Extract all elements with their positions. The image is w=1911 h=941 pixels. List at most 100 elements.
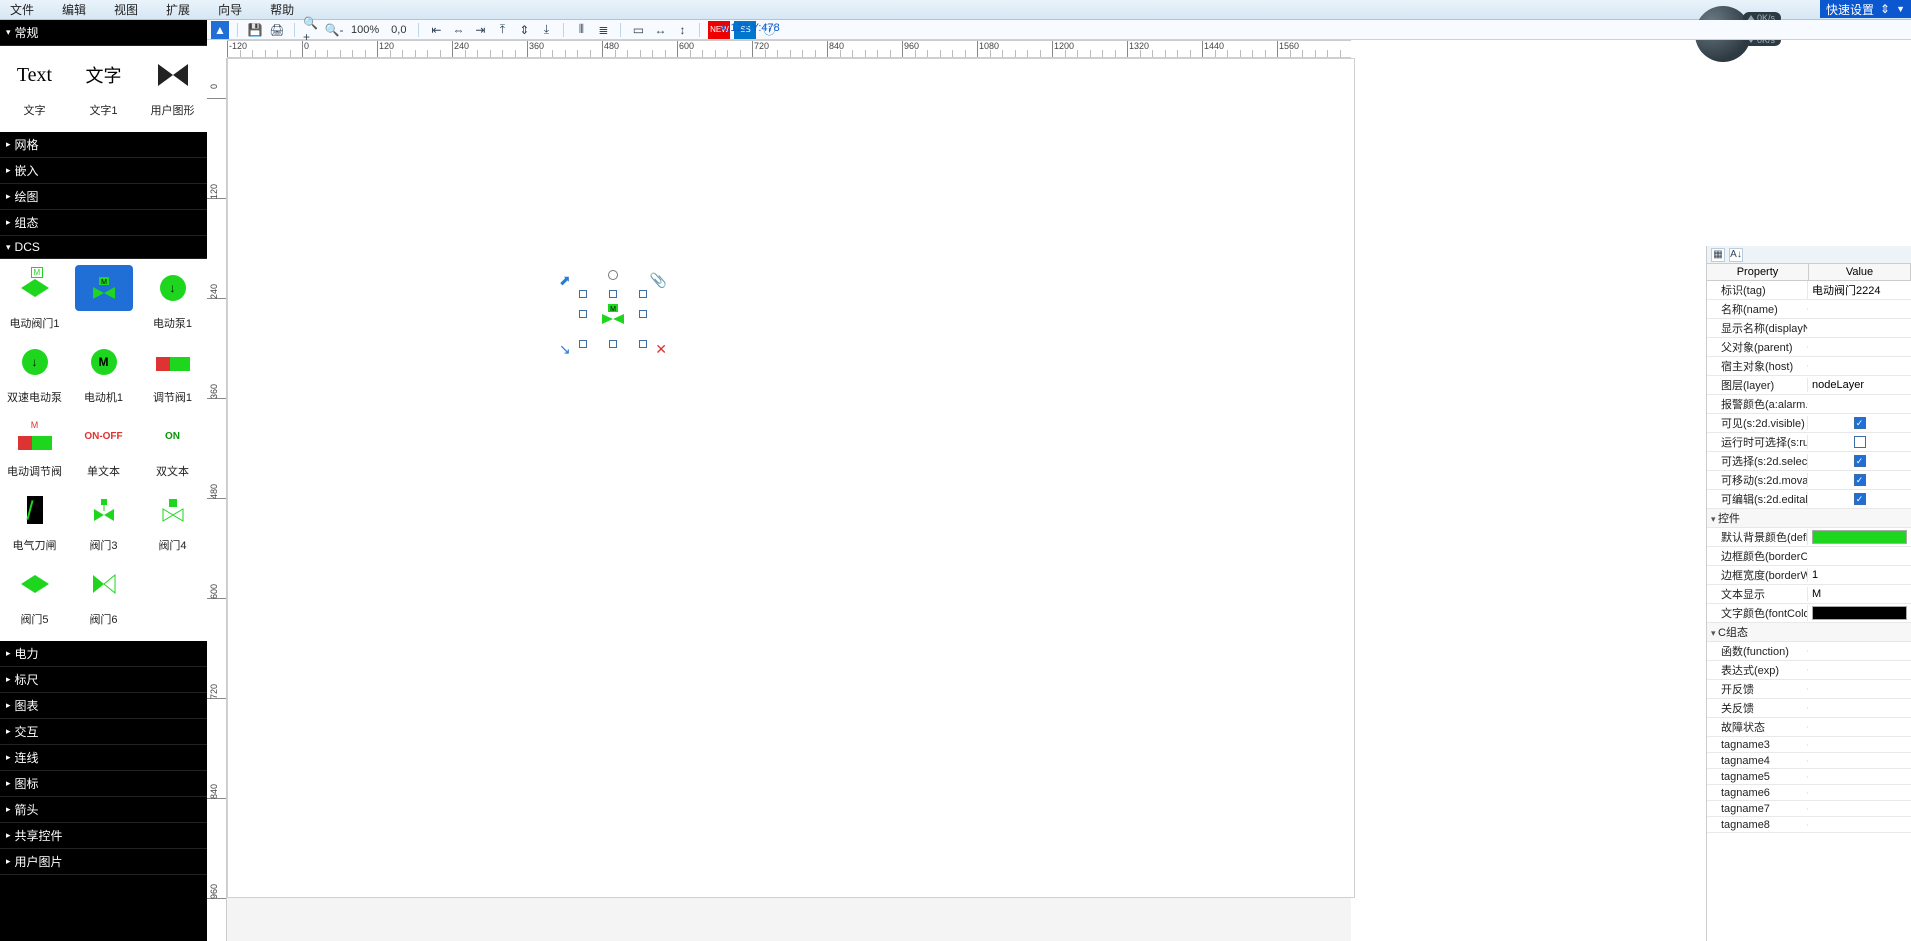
property-row[interactable]: tagname5 <box>1707 769 1911 785</box>
palette-text[interactable]: Text 文字 <box>0 52 69 118</box>
prop-tab-sort[interactable]: A↓ <box>1729 248 1743 262</box>
property-value[interactable]: M <box>1807 587 1911 601</box>
property-value[interactable] <box>1807 650 1911 652</box>
palette-motor1[interactable]: M 电动机1 <box>69 339 138 405</box>
prop-tab-tree[interactable]: ▦ <box>1711 248 1725 262</box>
print-button[interactable]: 🖨 <box>268 21 286 39</box>
property-value[interactable]: 1 <box>1807 568 1911 582</box>
checkbox[interactable] <box>1854 417 1866 429</box>
category-embed[interactable]: 嵌入 <box>0 158 207 184</box>
category-userimage[interactable]: 用户图片 <box>0 849 207 875</box>
property-row[interactable]: 文本显示M <box>1707 585 1911 604</box>
property-value[interactable] <box>1807 327 1911 329</box>
property-value[interactable] <box>1807 492 1911 506</box>
sameheight-button[interactable]: ↕ <box>673 21 691 39</box>
delete-icon[interactable]: ✕ <box>655 341 667 358</box>
resize-handle-s[interactable] <box>609 340 617 348</box>
menu-file[interactable]: 文件 <box>10 1 34 18</box>
property-value[interactable] <box>1807 435 1911 449</box>
property-group[interactable]: 控件 <box>1707 509 1911 528</box>
property-row[interactable]: tagname3 <box>1707 737 1911 753</box>
property-value[interactable] <box>1807 744 1911 746</box>
category-interact[interactable]: 交互 <box>0 719 207 745</box>
property-row[interactable]: 名称(name) <box>1707 300 1911 319</box>
category-connector[interactable]: 连线 <box>0 745 207 771</box>
category-network[interactable]: 网格 <box>0 132 207 158</box>
palette-knife[interactable]: 电气刀闸 <box>0 487 69 553</box>
property-row[interactable]: 运行时可选择(s:runtim <box>1707 433 1911 452</box>
align-left-button[interactable]: ⇤ <box>427 21 445 39</box>
zoom-out-button[interactable]: 🔍- <box>325 21 343 39</box>
checkbox[interactable] <box>1854 474 1866 486</box>
property-value[interactable] <box>1807 688 1911 690</box>
property-value[interactable] <box>1807 346 1911 348</box>
category-arrow[interactable]: 箭头 <box>0 797 207 823</box>
property-row[interactable]: 表达式(exp) <box>1707 661 1911 680</box>
zoom-in-button[interactable]: 🔍+ <box>303 21 321 39</box>
palette-motorvalve2[interactable]: M 电动阀门2 <box>69 265 138 331</box>
resize-handle-ne[interactable] <box>639 290 647 298</box>
category-dcs[interactable]: DCS <box>0 236 207 259</box>
property-value[interactable] <box>1807 669 1911 671</box>
align-top-button[interactable]: ⤒ <box>493 21 511 39</box>
save-button[interactable]: 💾 <box>246 21 264 39</box>
checkbox[interactable] <box>1854 455 1866 467</box>
property-row[interactable]: 边框宽度(borderWidth1 <box>1707 566 1911 585</box>
property-value[interactable] <box>1807 403 1911 405</box>
property-value[interactable] <box>1807 824 1911 826</box>
property-value[interactable] <box>1807 454 1911 468</box>
category-shared[interactable]: 共享控件 <box>0 823 207 849</box>
dist-h-button[interactable]: ⫴ <box>572 21 590 39</box>
resize-handle-sw[interactable] <box>579 340 587 348</box>
align-center-button[interactable]: ⇔ <box>449 21 467 39</box>
category-icon[interactable]: 图标 <box>0 771 207 797</box>
category-draw[interactable]: 绘图 <box>0 184 207 210</box>
property-row[interactable]: 图层(layer)nodeLayer <box>1707 376 1911 395</box>
property-value[interactable] <box>1807 365 1911 367</box>
palette-pump1[interactable]: ↓ 电动泵1 <box>138 265 207 331</box>
palette-motorvalve1[interactable]: M 电动阀门1 <box>0 265 69 331</box>
property-row[interactable]: 函数(function) <box>1707 642 1911 661</box>
palette-dualtext[interactable]: ON 双文本 <box>138 413 207 479</box>
palette-usershape[interactable]: 用户图形 <box>138 52 207 118</box>
pointer-tool[interactable]: ▲ <box>211 21 229 39</box>
menu-guide[interactable]: 向导 <box>218 1 242 18</box>
menu-extend[interactable]: 扩展 <box>166 1 190 18</box>
category-ruler[interactable]: 标尺 <box>0 667 207 693</box>
link-in-icon[interactable]: ⬈ <box>559 272 571 289</box>
palette-valve3[interactable]: 阀门3 <box>69 487 138 553</box>
quick-settings-button[interactable]: 快速设置 ⇕ ▼ <box>1820 0 1911 18</box>
resize-handle-nw[interactable] <box>579 290 587 298</box>
property-row[interactable]: 标识(tag)电动阀门2224 <box>1707 281 1911 300</box>
palette-motorregvalve[interactable]: M 电动调节阀 <box>0 413 69 479</box>
property-row[interactable]: tagname7 <box>1707 801 1911 817</box>
rotate-handle[interactable] <box>608 270 618 280</box>
color-swatch[interactable] <box>1812 530 1907 544</box>
property-row[interactable]: 可移动(s:2d.movable) <box>1707 471 1911 490</box>
property-row[interactable]: 报警颜色(a:alarm.colo <box>1707 395 1911 414</box>
palette-regvalve1[interactable]: 调节阀1 <box>138 339 207 405</box>
property-value[interactable] <box>1807 555 1911 557</box>
property-row[interactable]: 可选择(s:2d.selectable <box>1707 452 1911 471</box>
color-swatch[interactable] <box>1812 606 1907 620</box>
menu-help[interactable]: 帮助 <box>270 1 294 18</box>
property-value[interactable] <box>1807 473 1911 487</box>
palette-valve6[interactable]: 阀门6 <box>69 561 138 627</box>
category-normal[interactable]: 常规 <box>0 20 207 46</box>
checkbox[interactable] <box>1854 436 1866 448</box>
canvas[interactable]: M 📎 ✕ ↘ ⬈ <box>227 58 1355 898</box>
samewidth-button[interactable]: ↔ <box>651 21 669 39</box>
category-chart[interactable]: 图表 <box>0 693 207 719</box>
zoom-level[interactable]: 100% <box>351 24 379 36</box>
menu-view[interactable]: 视图 <box>114 1 138 18</box>
palette-valve5[interactable]: 阀门5 <box>0 561 69 627</box>
canvas-area[interactable]: M 📎 ✕ ↘ ⬈ <box>227 58 1351 941</box>
align-right-button[interactable]: ⇥ <box>471 21 489 39</box>
property-value[interactable] <box>1807 308 1911 310</box>
selected-node[interactable]: M 📎 ✕ ↘ ⬈ <box>583 284 643 344</box>
property-value[interactable] <box>1807 776 1911 778</box>
align-middle-button[interactable]: ⇕ <box>515 21 533 39</box>
property-row[interactable]: 可见(s:2d.visible) <box>1707 414 1911 433</box>
property-value[interactable]: nodeLayer <box>1807 378 1911 392</box>
property-value[interactable] <box>1807 726 1911 728</box>
